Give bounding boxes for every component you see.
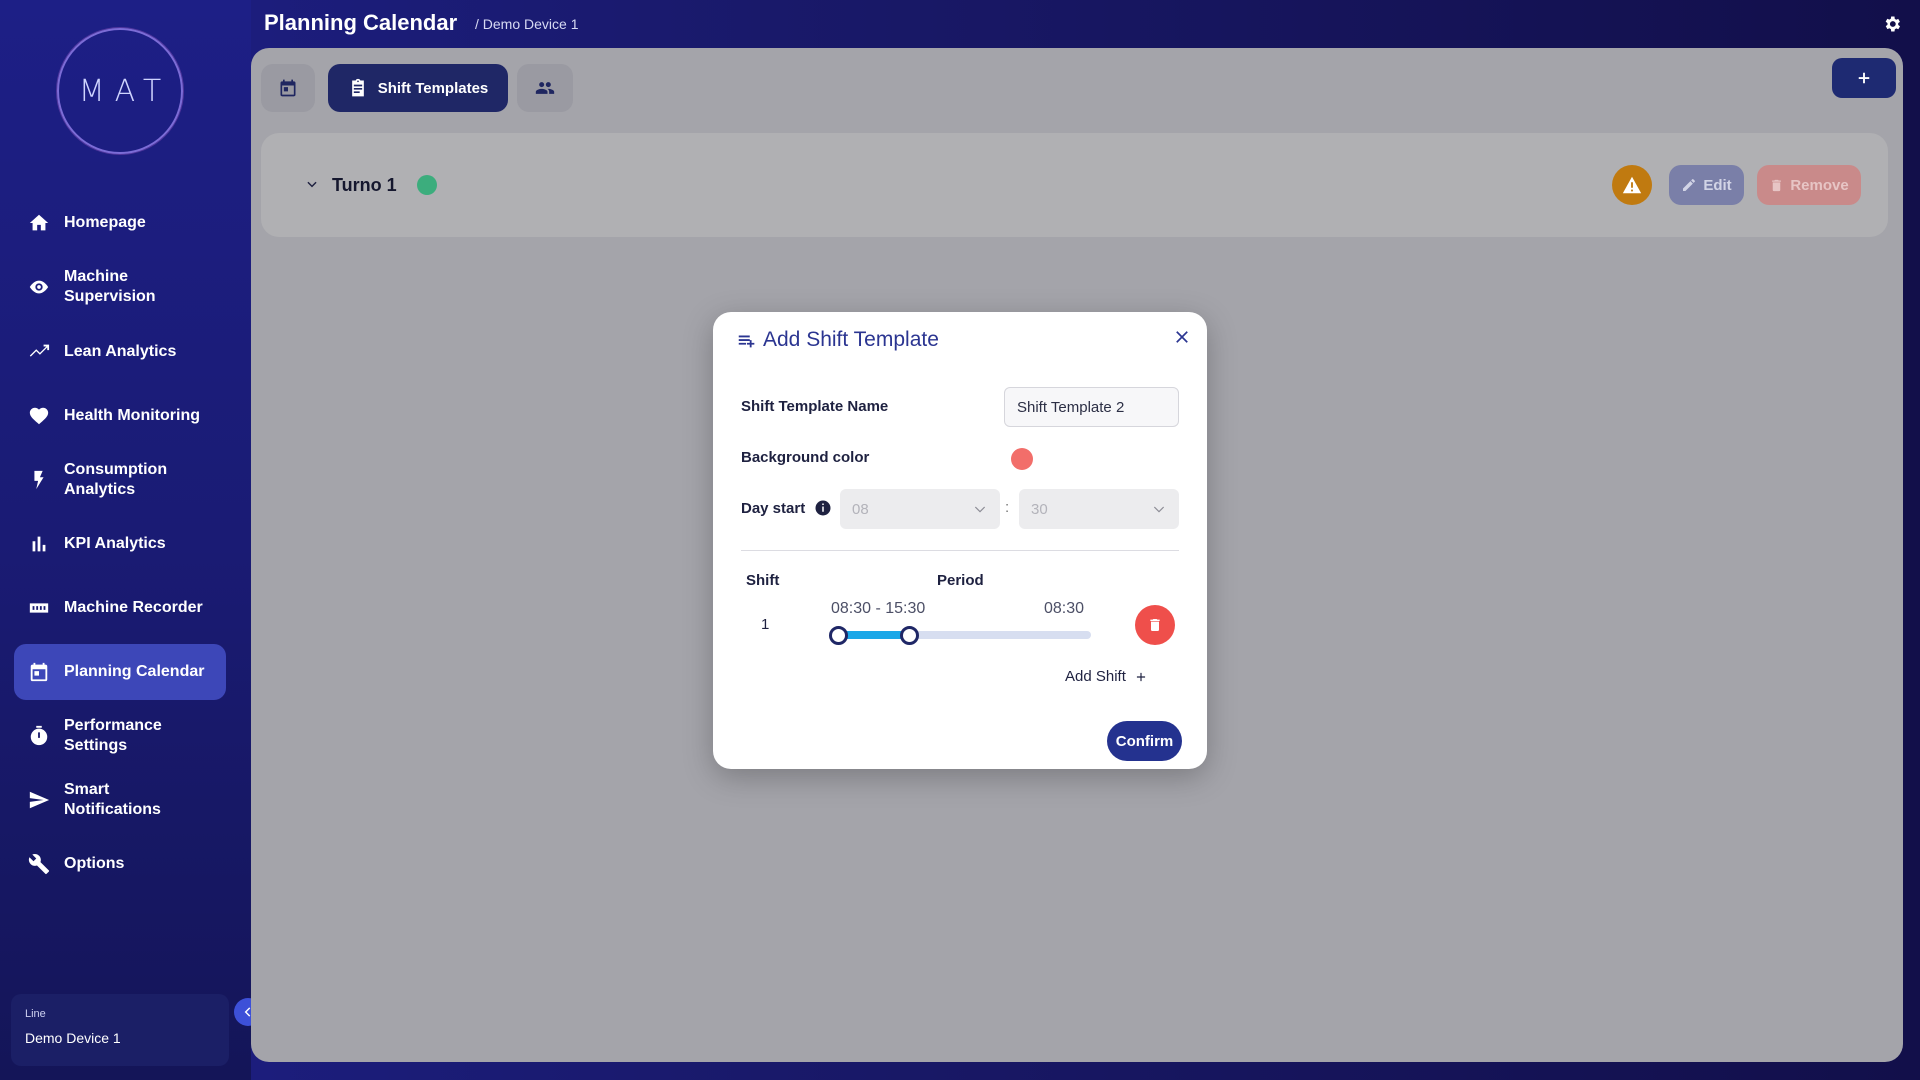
trash-icon	[1772, 179, 1782, 191]
sidebar-item-label: Performance Settings	[64, 717, 162, 754]
logo: MAT	[57, 28, 183, 154]
sidebar-item-machine-recorder[interactable]: Machine Recorder	[14, 597, 226, 619]
confirm-label: Confirm	[1115, 732, 1174, 750]
sidebar-item-planning-calendar[interactable]: Planning Calendar	[14, 644, 226, 700]
trash-icon	[1150, 619, 1160, 631]
add-shift-button[interactable]: Add Shift	[1065, 668, 1148, 685]
background-color-label: Background color	[741, 449, 870, 466]
heart-pulse-icon	[14, 405, 64, 427]
send-icon	[14, 789, 64, 811]
sidebar-item-options[interactable]: Options	[14, 853, 226, 875]
sidebar-item-label: Planning Calendar	[64, 663, 205, 680]
slider-end-handle[interactable]	[900, 626, 919, 645]
sidebar-item-label: KPI Analytics	[64, 535, 166, 552]
recorder-icon	[14, 597, 64, 619]
minute-value: 30	[1031, 500, 1048, 518]
chevron-down-icon[interactable]	[305, 177, 319, 191]
sidebar-item-label: Machine Recorder	[64, 599, 203, 616]
chevron-down-icon	[1153, 506, 1165, 513]
template-name-label: Shift Template Name	[741, 398, 889, 415]
sidebar-item-health-monitoring[interactable]: Health Monitoring	[14, 405, 226, 427]
day-start-label: Day start	[741, 500, 806, 517]
sidebar-item-label: Options	[64, 855, 125, 872]
slider-start-handle[interactable]	[829, 626, 848, 645]
pencil-icon	[1683, 179, 1696, 191]
template-card: Turno 1 Edit Remove	[261, 133, 1888, 237]
add-shift-template-dialog: Add Shift Template Shift Template Name B…	[713, 312, 1207, 769]
day-start-minute-select[interactable]: 30	[1019, 489, 1179, 529]
confirm-button[interactable]: Confirm	[1107, 721, 1182, 761]
shift-range: 08:30 - 15:30	[831, 600, 926, 617]
sidebar-item-label: Machine Supervision	[64, 268, 156, 305]
hour-value: 08	[852, 500, 869, 518]
time-separator: :	[1005, 499, 1010, 516]
add-shift-label: Add Shift	[1065, 668, 1126, 685]
sidebar-item-machine-supervision[interactable]: Machine Supervision	[14, 267, 226, 307]
tab-label: Shift Templates	[377, 79, 489, 97]
wrench-icon	[14, 853, 64, 875]
eye-icon	[14, 276, 64, 298]
edit-button[interactable]: Edit	[1669, 165, 1744, 205]
shift-end-value: 08:30	[1044, 600, 1085, 617]
divider	[741, 550, 1179, 551]
period-column-header: Period	[937, 572, 984, 589]
sidebar-item-label: Lean Analytics	[64, 343, 177, 360]
sidebar-item-label: Health Monitoring	[64, 407, 200, 424]
add-template-button[interactable]	[1832, 58, 1896, 98]
home-icon	[14, 212, 64, 234]
background-color-picker[interactable]	[1011, 448, 1033, 470]
sidebar: MAT Homepage Machine Supervision Lean An…	[0, 0, 251, 1080]
template-name-input[interactable]	[1004, 387, 1179, 427]
breadcrumb: / Demo Device 1	[475, 16, 579, 32]
warning-icon	[1622, 176, 1642, 194]
calendar-icon	[280, 79, 296, 97]
people-icon	[535, 82, 555, 94]
sidebar-item-label: Homepage	[64, 214, 146, 231]
shift-column-header: Shift	[746, 572, 780, 589]
page-title: Planning Calendar	[264, 10, 458, 35]
close-icon[interactable]	[1173, 328, 1193, 348]
sidebar-item-consumption-analytics[interactable]: Consumption Analytics	[14, 460, 226, 500]
logo-text: MAT	[78, 73, 172, 109]
day-start-hour-select[interactable]: 08	[840, 489, 1000, 529]
tab-calendar[interactable]	[261, 64, 315, 112]
shift-number: 1	[761, 616, 770, 633]
delete-shift-button[interactable]	[1135, 605, 1175, 645]
chevron-down-icon	[974, 506, 986, 513]
plus-icon	[1136, 672, 1145, 681]
tab-teams[interactable]	[517, 64, 573, 112]
line-value: Demo Device 1	[25, 1030, 121, 1046]
calendar-icon	[14, 661, 64, 683]
template-name: Turno 1	[332, 175, 397, 195]
sidebar-item-performance-settings[interactable]: Performance Settings	[14, 716, 226, 756]
warning-button[interactable]	[1612, 165, 1652, 205]
sidebar-item-smart-notifications[interactable]: Smart Notifications	[14, 780, 226, 820]
timer-icon	[14, 725, 64, 747]
trending-icon	[14, 341, 64, 363]
plus-icon	[1858, 72, 1870, 84]
modal-title: Add Shift Template	[763, 328, 939, 351]
remove-button[interactable]: Remove	[1757, 165, 1861, 205]
sidebar-item-lean-analytics[interactable]: Lean Analytics	[14, 341, 226, 363]
remove-label: Remove	[1790, 176, 1849, 194]
clipboard-icon	[351, 78, 364, 97]
sidebar-item-kpi-analytics[interactable]: KPI Analytics	[14, 533, 226, 555]
edit-label: Edit	[1703, 176, 1732, 194]
bolt-icon	[14, 469, 64, 491]
info-icon[interactable]	[814, 499, 832, 517]
line-label: Line	[25, 1008, 46, 1020]
template-color-dot	[417, 175, 437, 195]
line-selector[interactable]: Line Demo Device 1	[11, 994, 229, 1066]
playlist-add-icon	[736, 330, 758, 352]
sidebar-item-homepage[interactable]: Homepage	[14, 212, 226, 234]
tab-shift-templates[interactable]: Shift Templates	[328, 64, 508, 112]
sidebar-item-label: Consumption Analytics	[64, 461, 168, 498]
sidebar-item-label: Smart Notifications	[64, 781, 161, 818]
gear-icon[interactable]	[1882, 14, 1902, 34]
bar-chart-icon	[14, 533, 64, 555]
